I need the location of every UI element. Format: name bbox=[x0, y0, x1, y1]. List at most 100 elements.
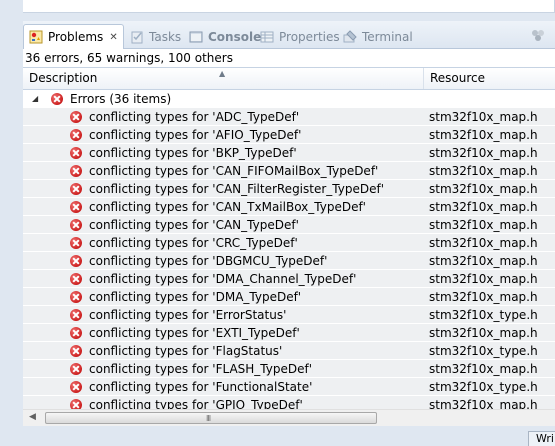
table-row[interactable]: conflicting types for 'DBGMCU_TypeDef' st… bbox=[23, 252, 555, 270]
resource-cell: stm32f10x_map.h bbox=[429, 218, 538, 232]
expand-toggle-icon[interactable]: ◢ bbox=[32, 90, 38, 108]
error-icon bbox=[70, 183, 82, 195]
resource-cell: stm32f10x_map.h bbox=[429, 236, 538, 250]
error-icon bbox=[70, 363, 82, 375]
left-frame bbox=[0, 21, 23, 426]
error-icon bbox=[70, 381, 82, 393]
table-row[interactable]: conflicting types for 'CAN_TxMailBox_Typ… bbox=[23, 198, 555, 216]
description-cell: conflicting types for 'GPIO_TypeDef' bbox=[23, 396, 424, 410]
workbench: Problems ✕ Tasks Console Properties Term… bbox=[0, 0, 555, 446]
description-cell: conflicting types for 'BKP_TypeDef' bbox=[23, 144, 424, 162]
description-text: conflicting types for 'AFIO_TypeDef' bbox=[89, 128, 302, 142]
error-icon bbox=[70, 147, 82, 159]
problems-icon bbox=[29, 30, 43, 44]
error-icon bbox=[70, 237, 82, 249]
tab-console[interactable]: Console bbox=[188, 25, 261, 49]
view-menu-icon[interactable] bbox=[531, 28, 545, 42]
properties-icon bbox=[260, 31, 274, 43]
table-body: ◢ Errors (36 items) conflicting types fo… bbox=[23, 90, 555, 410]
table-row[interactable]: conflicting types for 'BKP_TypeDef' stm32… bbox=[23, 144, 555, 162]
resource-cell: stm32f10x_type.h bbox=[429, 380, 538, 394]
editor-bottom-border bbox=[23, 0, 555, 13]
group-row-errors[interactable]: ◢ Errors (36 items) bbox=[23, 90, 555, 108]
table-row[interactable]: conflicting types for 'CAN_FIFOMailBox_T… bbox=[23, 162, 555, 180]
description-text: conflicting types for 'EXTI_TypeDef' bbox=[89, 326, 300, 340]
description-text: conflicting types for 'ErrorStatus' bbox=[89, 308, 287, 322]
tab-problems-label: Problems bbox=[48, 30, 104, 44]
description-cell: conflicting types for 'FunctionalState' bbox=[23, 378, 424, 396]
scrollbar-thumb[interactable]: III bbox=[45, 412, 377, 424]
description-text: conflicting types for 'FlagStatus' bbox=[89, 344, 283, 358]
terminal-icon bbox=[343, 30, 357, 43]
resource-cell: stm32f10x_map.h bbox=[429, 398, 538, 410]
table-row[interactable]: conflicting types for 'CAN_TypeDef' stm32… bbox=[23, 216, 555, 234]
table-row[interactable]: conflicting types for 'DMA_Channel_TypeD… bbox=[23, 270, 555, 288]
description-text: conflicting types for 'GPIO_TypeDef' bbox=[89, 398, 303, 410]
close-icon[interactable]: ✕ bbox=[109, 32, 117, 43]
table-row[interactable]: conflicting types for 'FunctionalState' s… bbox=[23, 378, 555, 396]
table-row[interactable]: conflicting types for 'CAN_FilterRegiste… bbox=[23, 180, 555, 198]
table-header: Description ▲ Resource bbox=[23, 68, 555, 90]
tab-properties-label: Properties bbox=[279, 30, 340, 44]
description-cell: conflicting types for 'CRC_TypeDef' bbox=[23, 234, 424, 252]
problems-view: Problems ✕ Tasks Console Properties Term… bbox=[23, 21, 555, 426]
resource-cell: stm32f10x_map.h bbox=[429, 110, 538, 124]
table-row[interactable]: conflicting types for 'ADC_TypeDef' stm32… bbox=[23, 108, 555, 126]
description-cell: conflicting types for 'CAN_TxMailBox_Typ… bbox=[23, 198, 424, 216]
table-row[interactable]: conflicting types for 'AFIO_TypeDef' stm3… bbox=[23, 126, 555, 144]
scroll-left-icon[interactable]: ◀ bbox=[29, 412, 36, 422]
resource-cell: stm32f10x_map.h bbox=[429, 362, 538, 376]
tab-problems[interactable]: Problems ✕ bbox=[23, 24, 124, 49]
status-bar: Wri bbox=[0, 426, 555, 446]
resource-cell: stm32f10x_map.h bbox=[429, 200, 538, 214]
table-row[interactable]: conflicting types for 'FlagStatus' stm32f… bbox=[23, 342, 555, 360]
error-icon bbox=[70, 291, 82, 303]
resource-cell: stm32f10x_map.h bbox=[429, 272, 538, 286]
description-text: conflicting types for 'CAN_FilterRegiste… bbox=[89, 182, 384, 196]
table-row[interactable]: conflicting types for 'CRC_TypeDef' stm32… bbox=[23, 234, 555, 252]
description-text: conflicting types for 'DBGMCU_TypeDef' bbox=[89, 254, 328, 268]
table-row[interactable]: conflicting types for 'EXTI_TypeDef' stm3… bbox=[23, 324, 555, 342]
tab-terminal[interactable]: Terminal bbox=[342, 25, 413, 49]
table-row[interactable]: conflicting types for 'GPIO_TypeDef' stm3… bbox=[23, 396, 555, 410]
description-cell: conflicting types for 'DBGMCU_TypeDef' bbox=[23, 252, 424, 270]
description-cell: conflicting types for 'FLASH_TypeDef' bbox=[23, 360, 424, 378]
error-icon bbox=[70, 165, 82, 177]
table-row[interactable]: conflicting types for 'FLASH_TypeDef' stm… bbox=[23, 360, 555, 378]
description-cell: conflicting types for 'ErrorStatus' bbox=[23, 306, 424, 324]
description-text: conflicting types for 'FLASH_TypeDef' bbox=[89, 362, 313, 376]
editor-area-edge bbox=[0, 0, 555, 21]
table-row[interactable]: conflicting types for 'ErrorStatus' stm32… bbox=[23, 306, 555, 324]
problems-summary: 36 errors, 65 warnings, 100 others bbox=[25, 51, 233, 65]
description-cell: conflicting types for 'ADC_TypeDef' bbox=[23, 108, 424, 126]
description-text: conflicting types for 'BKP_TypeDef' bbox=[89, 146, 297, 160]
status-field: Wri bbox=[528, 431, 555, 446]
column-header-resource[interactable]: Resource bbox=[424, 68, 555, 89]
description-text: conflicting types for 'CAN_FIFOMailBox_T… bbox=[89, 164, 379, 178]
description-cell: conflicting types for 'AFIO_TypeDef' bbox=[23, 126, 424, 144]
error-icon bbox=[70, 111, 82, 123]
description-text: conflicting types for 'ADC_TypeDef' bbox=[89, 110, 300, 124]
description-cell: conflicting types for 'FlagStatus' bbox=[23, 342, 424, 360]
error-icon bbox=[70, 345, 82, 357]
tab-properties[interactable]: Properties bbox=[259, 25, 340, 49]
tab-tasks[interactable]: Tasks bbox=[129, 25, 181, 49]
description-cell: conflicting types for 'CAN_FIFOMailBox_T… bbox=[23, 162, 424, 180]
error-icon bbox=[70, 309, 82, 321]
error-icon bbox=[70, 129, 82, 141]
tasks-icon bbox=[131, 31, 143, 44]
resource-cell: stm32f10x_map.h bbox=[429, 290, 538, 304]
horizontal-scrollbar[interactable]: ◀ III bbox=[23, 409, 555, 426]
description-cell: conflicting types for 'CAN_TypeDef' bbox=[23, 216, 424, 234]
error-icon bbox=[70, 327, 82, 339]
group-cell: ◢ Errors (36 items) bbox=[23, 90, 424, 108]
scrollbar-grip: III bbox=[206, 414, 211, 423]
resource-cell: stm32f10x_type.h bbox=[429, 308, 538, 322]
console-icon bbox=[189, 31, 203, 43]
resource-cell: stm32f10x_map.h bbox=[429, 146, 538, 160]
resource-cell: stm32f10x_type.h bbox=[429, 344, 538, 358]
error-icon bbox=[70, 273, 82, 285]
table-row[interactable]: conflicting types for 'DMA_TypeDef' stm32… bbox=[23, 288, 555, 306]
description-text: conflicting types for 'CAN_TypeDef' bbox=[89, 218, 299, 232]
description-text: conflicting types for 'FunctionalState' bbox=[89, 380, 313, 394]
